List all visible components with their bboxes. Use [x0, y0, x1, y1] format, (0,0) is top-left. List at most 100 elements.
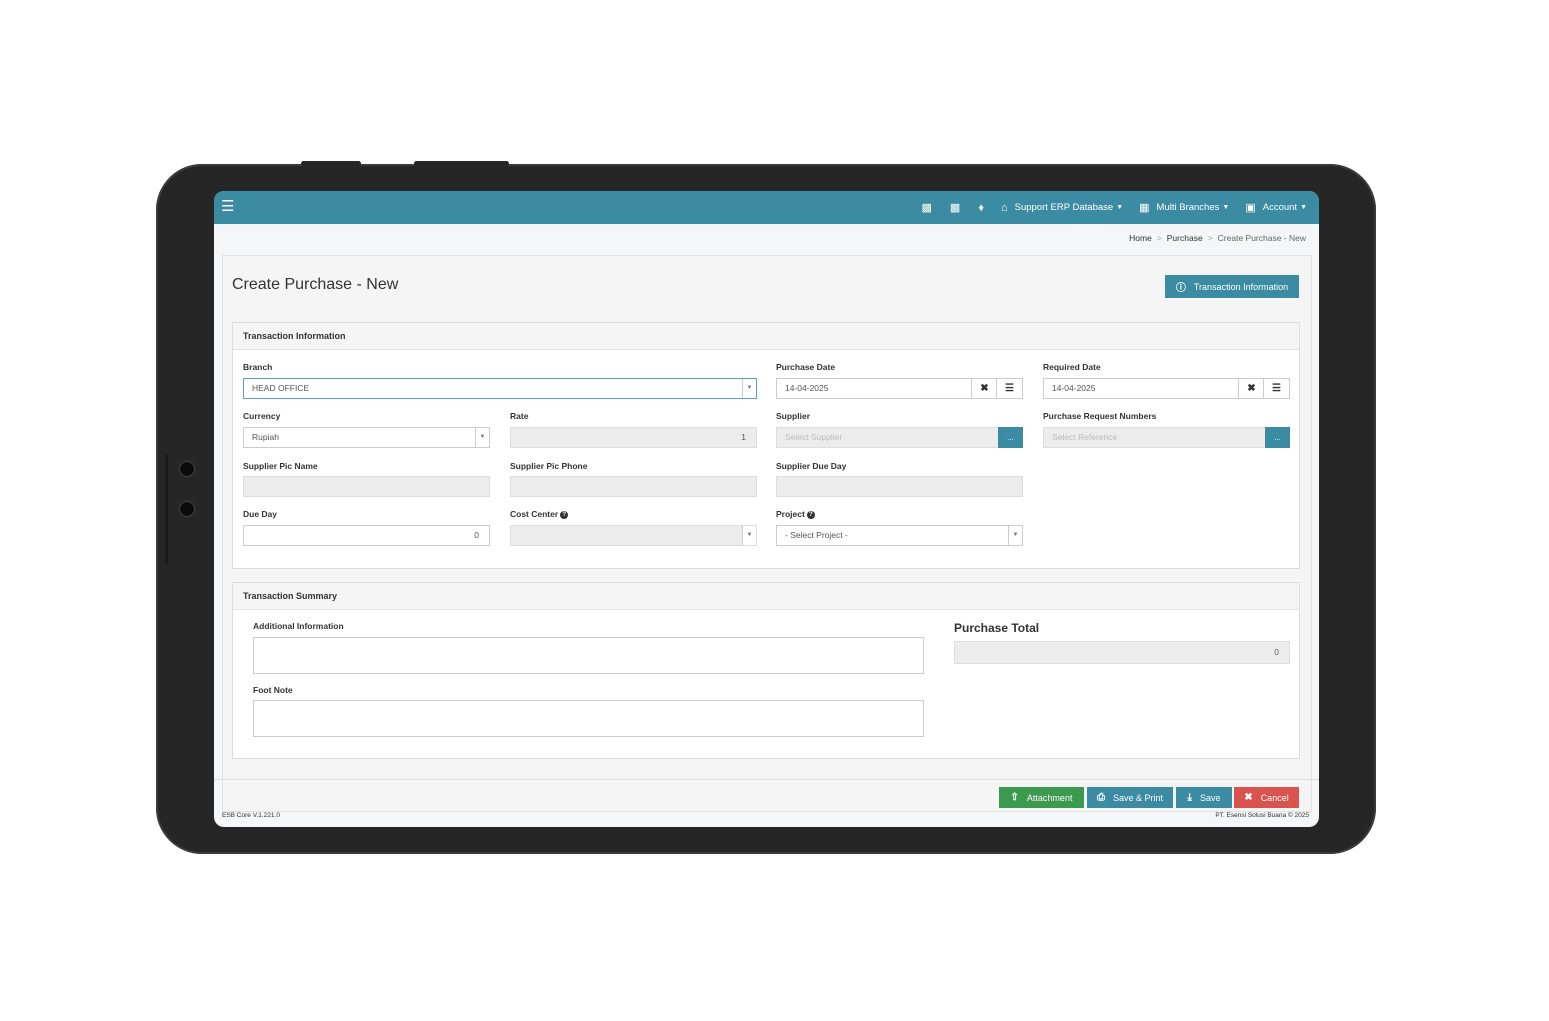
hamburger-icon[interactable]: ☰ [221, 199, 234, 215]
app-screen: ☰ ▩ ▩ ♦ ⌂ Support ERP Database ▼ ▦ Multi… [214, 191, 1319, 827]
supplier-label: Supplier [776, 411, 811, 421]
tablet-side-strip [165, 454, 168, 564]
document-icon[interactable]: ▩ [950, 201, 960, 214]
supplier-pic-phone-label: Supplier Pic Phone [510, 461, 588, 471]
breadcrumb-home[interactable]: Home [1129, 233, 1152, 243]
transaction-summary-section: Transaction Summary Additional Informati… [232, 582, 1300, 759]
rate-field: 1 [510, 427, 757, 448]
database-label: Support ERP Database [1014, 202, 1114, 213]
purchase-request-numbers-field[interactable]: Select Reference ... [1043, 427, 1290, 448]
required-date-value: 14-04-2025 [1052, 383, 1096, 393]
clear-icon[interactable]: ✖ [971, 379, 997, 398]
close-icon: ✖ [1244, 792, 1253, 803]
project-label-text: Project [776, 509, 805, 519]
action-bar-divider [214, 779, 1319, 780]
supplier-pic-name-field [243, 476, 490, 497]
caret-down-icon: ▼ [1116, 204, 1124, 211]
save-print-label: Save & Print [1112, 792, 1164, 803]
currency-value: Rupiah [252, 432, 279, 442]
foot-note-label: Foot Note [253, 685, 293, 695]
currency-label: Currency [243, 411, 281, 421]
purchase-total-label: Purchase Total [954, 621, 1040, 635]
user-card-icon: ▣ [1245, 202, 1256, 214]
calendar-icon[interactable]: ☰ [1263, 379, 1289, 398]
section-header: Transaction Information [233, 323, 1299, 350]
caret-down-icon: ▼ [1222, 204, 1230, 211]
supplier-placeholder: Select Supplier [785, 432, 843, 442]
download-icon: ⤓ [1187, 792, 1192, 803]
section-header: Transaction Summary [233, 583, 1299, 610]
additional-information-textarea[interactable] [253, 637, 924, 674]
report-icon[interactable]: ▩ [922, 201, 932, 214]
purchase-total-value: 0 [1274, 647, 1279, 657]
copyright-text: PT. Esensi Solusi Buana © 2025 [1215, 812, 1309, 819]
supplier-lookup-button[interactable]: ... [998, 427, 1023, 448]
clear-icon[interactable]: ✖ [1238, 379, 1264, 398]
transaction-information-label: Transaction Information [1193, 281, 1289, 292]
account-label: Account [1262, 202, 1298, 213]
project-label: Project? [776, 509, 815, 519]
chevron-down-icon: ▼ [742, 526, 756, 545]
purchase-total-field: 0 [954, 641, 1290, 664]
upload-icon: ⇧ [1010, 792, 1019, 803]
account-menu[interactable]: ▣ Account ▼ [1245, 201, 1307, 214]
chevron-down-icon: ▼ [1008, 526, 1022, 545]
main-panel: Create Purchase - New ⓘ Transaction Info… [222, 255, 1312, 812]
transaction-information-section: Transaction Information Branch HEAD OFFI… [232, 322, 1300, 569]
additional-information-label: Additional Information [253, 621, 344, 631]
due-day-label: Due Day [243, 509, 278, 519]
supplier-pic-phone-field [510, 476, 757, 497]
purchase-date-label: Purchase Date [776, 362, 836, 372]
project-select[interactable]: - Select Project - ▼ [776, 525, 1023, 546]
branch-select[interactable]: HEAD OFFICE ▼ [243, 378, 757, 399]
cancel-label: Cancel [1260, 792, 1289, 803]
branch-value: HEAD OFFICE [252, 383, 310, 393]
chevron-down-icon: ▼ [475, 428, 489, 447]
branch-label: Branch [243, 362, 273, 372]
bell-icon[interactable]: ♦ [978, 202, 984, 214]
calendar-icon[interactable]: ☰ [996, 379, 1022, 398]
camera-icon [180, 462, 194, 476]
cancel-button[interactable]: ✖ Cancel [1234, 787, 1299, 808]
breadcrumb: Home > Purchase > Create Purchase - New [1129, 233, 1306, 243]
chevron-down-icon: ▼ [742, 379, 756, 398]
branches-label: Multi Branches [1156, 202, 1220, 213]
attachment-button[interactable]: ⇧ Attachment [999, 787, 1084, 808]
supplier-field[interactable]: Select Supplier ... [776, 427, 1023, 448]
reference-placeholder: Select Reference [1052, 432, 1118, 442]
save-button[interactable]: ⤓ Save [1176, 787, 1232, 808]
supplier-due-day-field [776, 476, 1023, 497]
save-label: Save [1199, 792, 1221, 803]
reference-lookup-button[interactable]: ... [1265, 427, 1290, 448]
transaction-information-button[interactable]: ⓘ Transaction Information [1165, 275, 1299, 298]
required-date-field[interactable]: 14-04-2025 ✖ ☰ [1043, 378, 1290, 399]
rate-value: 1 [741, 432, 746, 442]
info-icon[interactable]: ? [806, 510, 815, 519]
purchase-date-field[interactable]: 14-04-2025 ✖ ☰ [776, 378, 1023, 399]
supplier-due-day-label: Supplier Due Day [776, 461, 847, 471]
caret-down-icon: ▼ [1300, 204, 1307, 211]
breadcrumb-current: Create Purchase - New [1217, 233, 1306, 243]
info-icon: ⓘ [1175, 283, 1186, 294]
cost-center-label: Cost Center? [510, 509, 569, 519]
cost-center-label-text: Cost Center [510, 509, 559, 519]
currency-select[interactable]: Rupiah ▼ [243, 427, 490, 448]
cost-center-select[interactable]: ▼ [510, 525, 757, 546]
page-title: Create Purchase - New [232, 276, 399, 293]
purchase-date-value: 14-04-2025 [785, 383, 829, 393]
purchase-request-numbers-label: Purchase Request Numbers [1043, 411, 1157, 421]
save-print-button[interactable]: ⎙ Save & Print [1087, 787, 1173, 808]
project-value: - Select Project - [785, 530, 848, 540]
due-day-value: 0 [474, 530, 479, 540]
breadcrumb-purchase[interactable]: Purchase [1167, 233, 1203, 243]
attachment-label: Attachment [1026, 792, 1073, 803]
required-date-label: Required Date [1043, 362, 1101, 372]
tablet-button [414, 161, 509, 166]
due-day-input[interactable]: 0 [243, 525, 490, 546]
navbar-right: ▩ ▩ ♦ ⌂ Support ERP Database ▼ ▦ Multi B… [913, 191, 1307, 224]
foot-note-textarea[interactable] [253, 700, 924, 737]
version-text: ESB Core V.1.221.0 [222, 812, 280, 819]
database-menu[interactable]: ⌂ Support ERP Database ▼ [1001, 202, 1123, 214]
branches-menu[interactable]: ▦ Multi Branches ▼ [1139, 201, 1229, 214]
info-icon[interactable]: ? [560, 510, 569, 519]
